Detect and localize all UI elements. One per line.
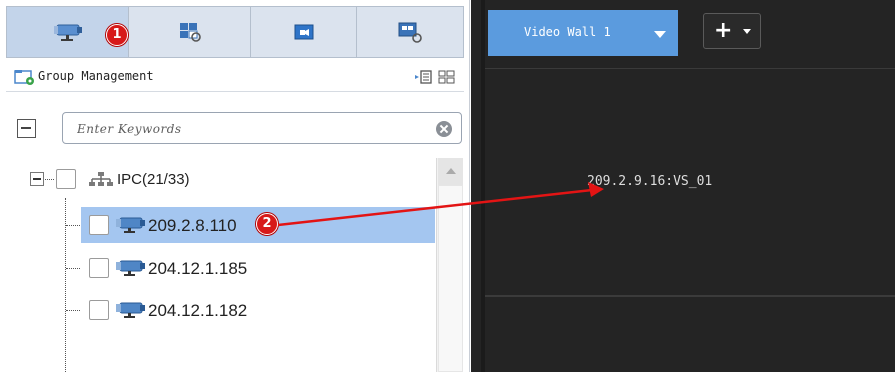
- screen-label[interactable]: 209.2.9.16:VS_01: [587, 174, 712, 189]
- chevron-down-icon: [743, 29, 751, 34]
- layout-refresh-icon: [179, 23, 201, 42]
- step-badge-1: 1: [106, 24, 128, 46]
- video-wall-panel: Video Wall 1 + 209.2.9.16:VS_01: [471, 0, 895, 372]
- camera-label: 204.12.1.182: [148, 301, 248, 320]
- ipc-group-checkbox[interactable]: [56, 169, 76, 189]
- camera-item[interactable]: 204.12.1.185: [81, 250, 435, 286]
- group-management-header: Group Management: [6, 62, 464, 92]
- video-wall-title: Video Wall 1: [524, 25, 611, 39]
- step-badge-2: 2: [256, 213, 278, 235]
- folder-gear-icon: [14, 70, 34, 85]
- grid-settings-icon[interactable]: [438, 69, 456, 85]
- camera-icon: [116, 217, 145, 233]
- network-icon: [89, 172, 113, 186]
- camera-checkbox[interactable]: [89, 215, 109, 235]
- camera-icon: [53, 24, 82, 41]
- plus-icon: +: [714, 18, 733, 43]
- screen-divider: [485, 295, 895, 297]
- screen-refresh-icon: [398, 22, 422, 43]
- camera-icon: [116, 302, 145, 318]
- clear-search-icon[interactable]: [436, 121, 452, 137]
- import-icon[interactable]: [414, 69, 432, 85]
- search-box: [62, 112, 462, 144]
- camera-icon: [116, 260, 145, 276]
- panel-divider: [481, 0, 485, 372]
- tree-connector: [66, 268, 80, 269]
- camera-label: 209.2.8.110: [148, 216, 237, 235]
- tab-walls[interactable]: [357, 7, 463, 57]
- camera-item[interactable]: 204.12.1.182: [81, 292, 435, 328]
- tree-connector: [66, 310, 80, 311]
- ipc-group-label[interactable]: IPC(21/33): [117, 171, 190, 188]
- tab-layouts[interactable]: [129, 7, 251, 57]
- panel-tab-bar: [6, 6, 464, 58]
- tab-views[interactable]: [251, 7, 357, 57]
- scroll-up-button[interactable]: [438, 158, 463, 185]
- camera-label: 204.12.1.185: [148, 259, 248, 278]
- video-window-icon: [294, 24, 313, 40]
- screen-border: [485, 68, 895, 69]
- device-panel: 1 Group Management Enter Keywords IPC(21…: [0, 0, 470, 372]
- scroll-thumb[interactable]: [438, 185, 463, 372]
- video-wall-tab[interactable]: Video Wall 1: [488, 10, 678, 56]
- tree-connector: [45, 179, 54, 180]
- camera-checkbox[interactable]: [89, 300, 109, 320]
- group-management-title: Group Management: [38, 69, 154, 83]
- tree-connector: [66, 225, 80, 226]
- chevron-down-icon[interactable]: [654, 31, 666, 38]
- tree-scrollbar[interactable]: [436, 158, 463, 372]
- camera-checkbox[interactable]: [89, 258, 109, 278]
- search-input[interactable]: [77, 120, 417, 138]
- tree-collapse-toggle[interactable]: [30, 172, 44, 186]
- collapse-all-button[interactable]: [17, 119, 36, 138]
- add-video-wall-button[interactable]: +: [703, 13, 761, 49]
